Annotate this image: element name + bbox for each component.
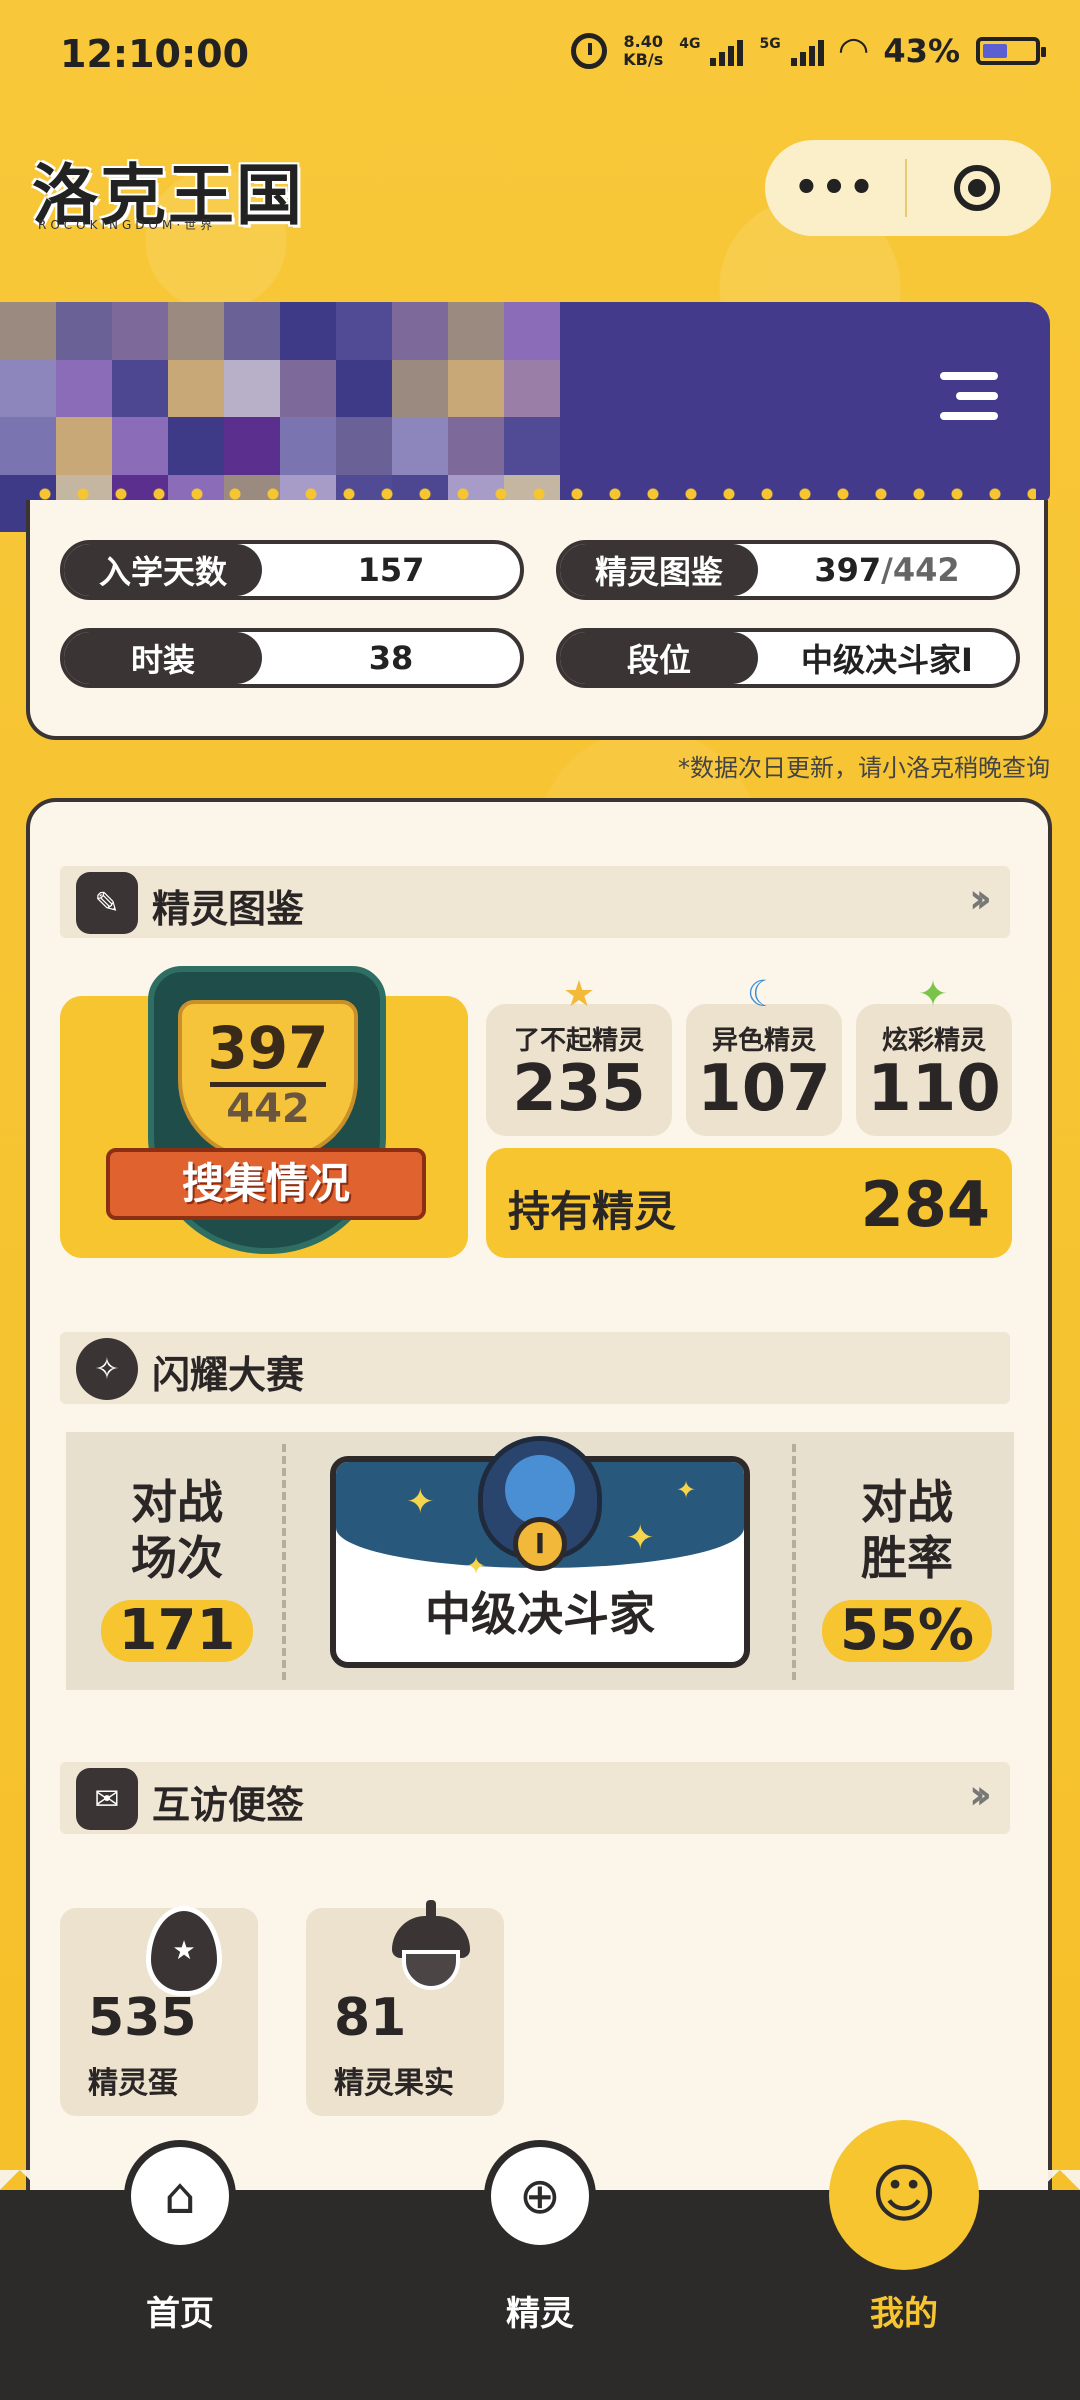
avatar-pixel — [504, 417, 560, 475]
battery-icon — [976, 36, 1046, 65]
home-icon: ⌂ — [124, 2140, 236, 2252]
egg-icon: ★ — [146, 1906, 222, 1996]
avatar-pixel — [392, 359, 448, 417]
avatar-pixel — [0, 417, 56, 475]
note-star-icon: ✉ — [76, 1768, 138, 1830]
sparkle-icon: ✦ — [406, 1482, 435, 1522]
visit-notes-header[interactable]: ✉ 互访便签 ›› — [60, 1762, 1010, 1834]
book-icon: ✎ — [76, 872, 138, 934]
card-shiny-spirits[interactable]: ☾ 异色精灵 107 — [686, 977, 842, 1136]
ticket-perforation — [282, 1444, 286, 1680]
compass-icon: ✧ — [76, 1338, 138, 1400]
star-icon: ★ — [562, 974, 596, 1015]
sparkle-icon: ✦ — [626, 1518, 655, 1558]
stat-pokedex: 精灵图鉴 397/442 — [556, 540, 1020, 600]
net-5g-label: 5G — [759, 35, 781, 52]
signal-4g-icon — [710, 36, 744, 66]
stat-costumes: 时装 38 — [60, 628, 524, 688]
close-miniapp-button[interactable] — [907, 165, 1047, 211]
collection-ribbon: 搜集情况 — [106, 1148, 426, 1220]
app-logo-subtitle: ROCOKINGDOM·世界 — [38, 218, 217, 232]
signal-5g-icon — [790, 36, 824, 66]
avatar-pixel — [224, 302, 280, 360]
avatar-pixel — [448, 417, 504, 475]
avatar-pixel — [56, 359, 112, 417]
stat-days: 入学天数 157 — [60, 540, 524, 600]
rank-name: 中级决斗家 — [425, 1587, 655, 1641]
target-icon — [954, 165, 1000, 211]
avatar-pixel — [112, 359, 168, 417]
trophy-total: 442 — [226, 1086, 310, 1132]
nav-home[interactable]: ⌂ 首页 — [60, 2140, 300, 2390]
menu-icon[interactable] — [940, 372, 998, 424]
stat-rank: 段位 中级决斗家Ⅰ — [556, 628, 1020, 688]
avatar-pixel — [336, 359, 392, 417]
avatar-pixel — [280, 417, 336, 475]
avatar-pixel — [168, 302, 224, 360]
avatar-pixel — [392, 302, 448, 360]
avatar-pixel — [504, 359, 560, 417]
avatar-pixel — [224, 417, 280, 475]
miniapp-capsule: ••• — [765, 140, 1051, 236]
avatar-pixel — [56, 417, 112, 475]
card-amazing-spirits[interactable]: ★ 了不起精灵 235 — [486, 977, 672, 1136]
pokedex-header[interactable]: ✎ 精灵图鉴 ›› — [60, 866, 1010, 938]
avatar-pixel — [112, 302, 168, 360]
sparkle-icon: ✦ — [466, 1552, 487, 1580]
ticket-perforation — [792, 1444, 796, 1680]
avatar-pixel — [448, 302, 504, 360]
nav-mine[interactable]: ☺ 我的 — [784, 2120, 1024, 2390]
profile-stats-card — [26, 500, 1048, 740]
status-time: 12:10:00 — [60, 32, 250, 76]
wifi-icon: ◠ — [839, 30, 868, 71]
trophy-collected: 397 — [207, 1014, 329, 1082]
card-colorful-spirits[interactable]: ✦ 炫彩精灵 110 — [856, 977, 1012, 1136]
sparkle-icon: ✦ — [676, 1476, 697, 1504]
net-4g-label: 4G — [679, 35, 701, 52]
nav-spirits[interactable]: ⊕ 精灵 — [420, 2140, 660, 2390]
avatar-pixel — [112, 417, 168, 475]
spirit-face — [505, 1455, 575, 1525]
status-icons: 8.40 KB/s 4G 5G ◠ 43% — [571, 30, 1046, 71]
avatar-pixel — [224, 359, 280, 417]
chevron-right-icon: ›› — [969, 1772, 992, 1818]
contest-header: ✧ 闪耀大赛 — [60, 1332, 1010, 1404]
avatar-pixel — [0, 302, 56, 360]
avatar-pixel — [504, 302, 560, 360]
win-rate: 对战 胜率 55% — [802, 1432, 1012, 1690]
avatar-pixel — [336, 302, 392, 360]
battery-percent: 43% — [883, 31, 960, 70]
status-bar: 12:10:00 8.40 KB/s 4G 5G ◠ 43% — [0, 0, 1080, 110]
avatar-pixel — [336, 417, 392, 475]
moon-icon: ☾ — [746, 974, 780, 1015]
avatar-pixel — [448, 359, 504, 417]
spirit-bag-icon: ⊕ — [484, 2140, 596, 2252]
rainbow-star-icon: ✦ — [917, 974, 949, 1015]
rank-level-badge: Ⅰ — [513, 1517, 567, 1571]
avatar-pixel — [168, 359, 224, 417]
owned-spirits[interactable]: 持有精灵 284 — [486, 1148, 1012, 1258]
network-speed: 8.40 KB/s — [623, 31, 664, 69]
avatar-pixel — [280, 359, 336, 417]
spirit-fruit-card[interactable]: 81 精灵果实 — [306, 1900, 504, 2116]
more-options-button[interactable]: ••• — [765, 165, 905, 211]
avatar-pixel — [0, 359, 56, 417]
rank-emblem-icon: Ⅰ — [478, 1436, 602, 1571]
chevron-right-icon: ›› — [969, 876, 992, 922]
spirit-egg-card[interactable]: ★ 535 精灵蛋 — [60, 1906, 258, 2116]
avatar-pixel — [392, 417, 448, 475]
profile-icon: ☺ — [829, 2120, 979, 2270]
avatar-pixel — [280, 302, 336, 360]
avatar-pixel — [56, 302, 112, 360]
acorn-icon — [392, 1898, 470, 1998]
battle-count: 对战 场次 171 — [80, 1432, 274, 1690]
alarm-icon — [571, 32, 608, 69]
avatar-pixel — [168, 417, 224, 475]
update-note: *数据次日更新，请小洛克稍晚查询 — [678, 754, 1050, 782]
